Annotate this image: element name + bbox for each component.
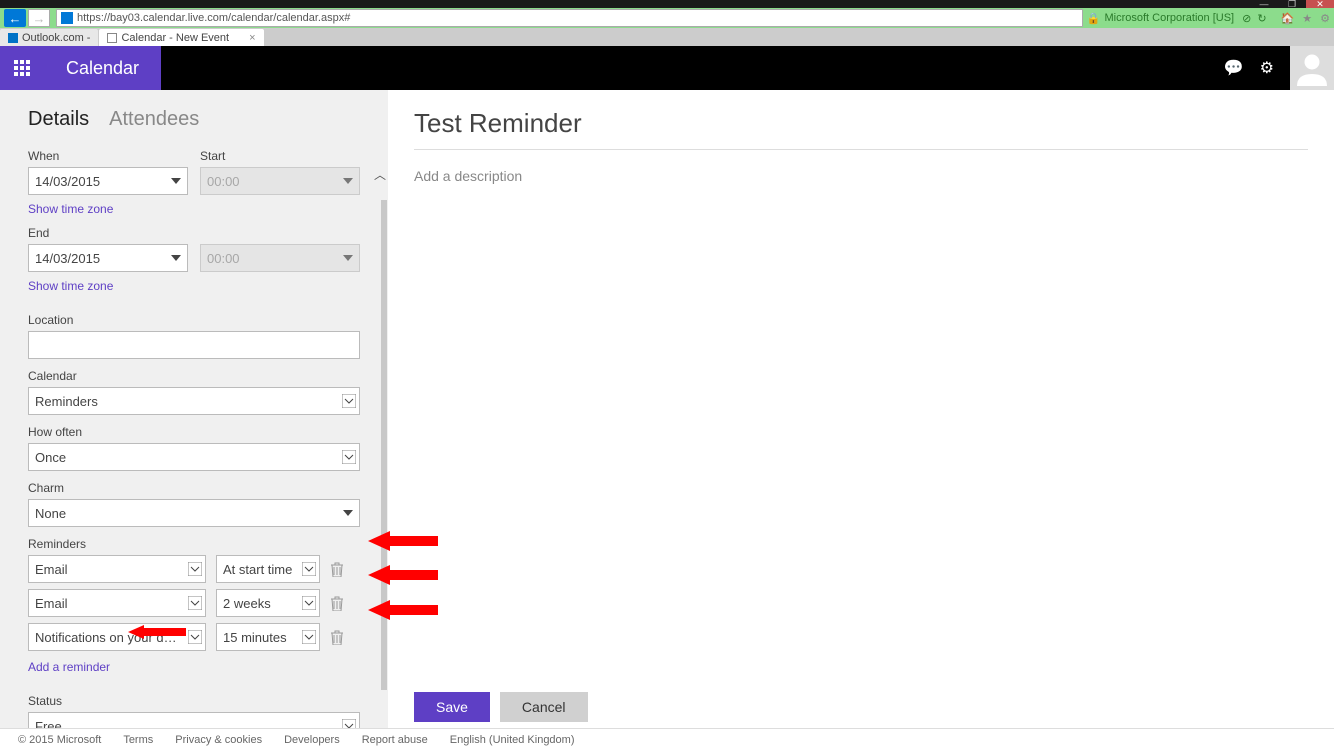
- tab-attendees[interactable]: Attendees: [109, 108, 199, 131]
- reminder-row: Notifications on your device 15 minutes: [28, 623, 360, 651]
- reminder-row: Email 2 weeks: [28, 589, 360, 617]
- status-label: Status: [28, 694, 360, 708]
- reminder-time-select[interactable]: 15 minutes: [216, 623, 320, 651]
- how-often-select[interactable]: Once: [28, 443, 360, 471]
- location-label: Location: [28, 313, 360, 327]
- charm-label: Charm: [28, 481, 360, 495]
- annotation-arrow: [368, 600, 438, 620]
- tab-label: Outlook.com -: [22, 32, 90, 44]
- cancel-button[interactable]: Cancel: [500, 692, 588, 722]
- scroll-up-icon[interactable]: ︿: [374, 166, 386, 183]
- app-header: Calendar 💬 ⚙: [0, 46, 1334, 90]
- location-input[interactable]: [28, 331, 360, 359]
- save-button[interactable]: Save: [414, 692, 490, 722]
- show-timezone-link-start[interactable]: Show time zone: [28, 202, 113, 216]
- reminder-type-select[interactable]: Email: [28, 589, 206, 617]
- user-avatar[interactable]: [1290, 46, 1334, 90]
- settings-gear-icon[interactable]: ⚙: [1260, 58, 1274, 78]
- start-label: Start: [200, 149, 360, 163]
- window-maximize[interactable]: ❐: [1278, 0, 1306, 8]
- when-label: When: [28, 149, 188, 163]
- event-title-input[interactable]: Test Reminder: [414, 108, 1308, 150]
- how-often-label: How often: [28, 425, 360, 439]
- app-title: Calendar: [44, 46, 161, 90]
- add-reminder-link[interactable]: Add a reminder: [28, 660, 110, 674]
- tools-icon[interactable]: ⚙: [1320, 12, 1330, 25]
- chat-icon[interactable]: 💬: [1224, 58, 1244, 78]
- calendar-icon: [107, 33, 117, 43]
- browser-toolbar: ← → https://bay03.calendar.live.com/cale…: [0, 8, 1334, 28]
- url-text: https://bay03.calendar.live.com/calendar…: [77, 12, 350, 24]
- sidebar: Details Attendees When 14/03/2015 Start …: [0, 90, 388, 750]
- annotation-arrow: [128, 625, 186, 639]
- nav-forward-button[interactable]: →: [28, 9, 50, 27]
- footer-link-report[interactable]: Report abuse: [362, 734, 428, 746]
- browser-tab-calendar[interactable]: Calendar - New Event ×: [99, 29, 263, 46]
- address-bar[interactable]: https://bay03.calendar.live.com/calendar…: [56, 9, 1083, 27]
- when-date-select[interactable]: 14/03/2015: [28, 167, 188, 195]
- calendar-label: Calendar: [28, 369, 360, 383]
- delete-reminder-icon[interactable]: [330, 561, 344, 577]
- delete-reminder-icon[interactable]: [330, 595, 344, 611]
- home-icon[interactable]: 🏠: [1281, 12, 1295, 25]
- lock-icon: 🔒: [1087, 12, 1101, 25]
- reminder-type-select[interactable]: Email: [28, 555, 206, 583]
- reminders-label: Reminders: [28, 537, 360, 551]
- main-area: Details Attendees When 14/03/2015 Start …: [0, 90, 1334, 750]
- apps-launcher-button[interactable]: [0, 46, 44, 90]
- outlook-icon: [8, 33, 18, 43]
- browser-tabstrip: Outlook.com - Calendar - New Event ×: [0, 28, 1334, 46]
- footer-locale[interactable]: English (United Kingdom): [450, 734, 575, 746]
- tab-label: Calendar - New Event: [121, 32, 229, 44]
- stop-icon[interactable]: ⊘: [1242, 12, 1251, 25]
- content-pane: Test Reminder Add a description Save Can…: [388, 90, 1334, 750]
- delete-reminder-icon[interactable]: [330, 629, 344, 645]
- reminder-time-select[interactable]: At start time: [216, 555, 320, 583]
- footer: © 2015 Microsoft Terms Privacy & cookies…: [0, 728, 1334, 750]
- charm-select[interactable]: None: [28, 499, 360, 527]
- browser-tab-outlook[interactable]: Outlook.com -: [0, 29, 98, 46]
- cert-label: Microsoft Corporation [US]: [1105, 12, 1235, 24]
- footer-link-developers[interactable]: Developers: [284, 734, 340, 746]
- tab-close-icon[interactable]: ×: [249, 32, 255, 44]
- action-buttons: Save Cancel: [414, 692, 1308, 722]
- reminder-time-select[interactable]: 2 weeks: [216, 589, 320, 617]
- person-icon: [1294, 50, 1330, 86]
- end-time-select[interactable]: 00:00: [200, 244, 360, 272]
- annotation-arrow: [368, 565, 438, 585]
- end-label: End: [28, 226, 360, 240]
- sidebar-tabs: Details Attendees: [28, 108, 360, 131]
- nav-back-button[interactable]: ←: [4, 9, 26, 27]
- end-date-select[interactable]: 14/03/2015: [28, 244, 188, 272]
- show-timezone-link-end[interactable]: Show time zone: [28, 279, 113, 293]
- favorites-icon[interactable]: ★: [1302, 12, 1312, 25]
- copyright: © 2015 Microsoft: [18, 734, 101, 746]
- calendar-select[interactable]: Reminders: [28, 387, 360, 415]
- start-time-select[interactable]: 00:00: [200, 167, 360, 195]
- footer-link-terms[interactable]: Terms: [123, 734, 153, 746]
- refresh-icon[interactable]: ↻: [1257, 12, 1266, 25]
- apps-grid-icon: [14, 60, 30, 76]
- window-close[interactable]: ✕: [1306, 0, 1334, 8]
- window-minimize[interactable]: —: [1250, 0, 1278, 8]
- annotation-arrow: [368, 531, 438, 551]
- footer-link-privacy[interactable]: Privacy & cookies: [175, 734, 262, 746]
- site-favicon: [61, 12, 73, 24]
- reminder-row: Email At start time: [28, 555, 360, 583]
- tab-details[interactable]: Details: [28, 108, 89, 131]
- event-description-input[interactable]: Add a description: [414, 168, 1308, 184]
- window-chrome: — ❐ ✕: [0, 0, 1334, 8]
